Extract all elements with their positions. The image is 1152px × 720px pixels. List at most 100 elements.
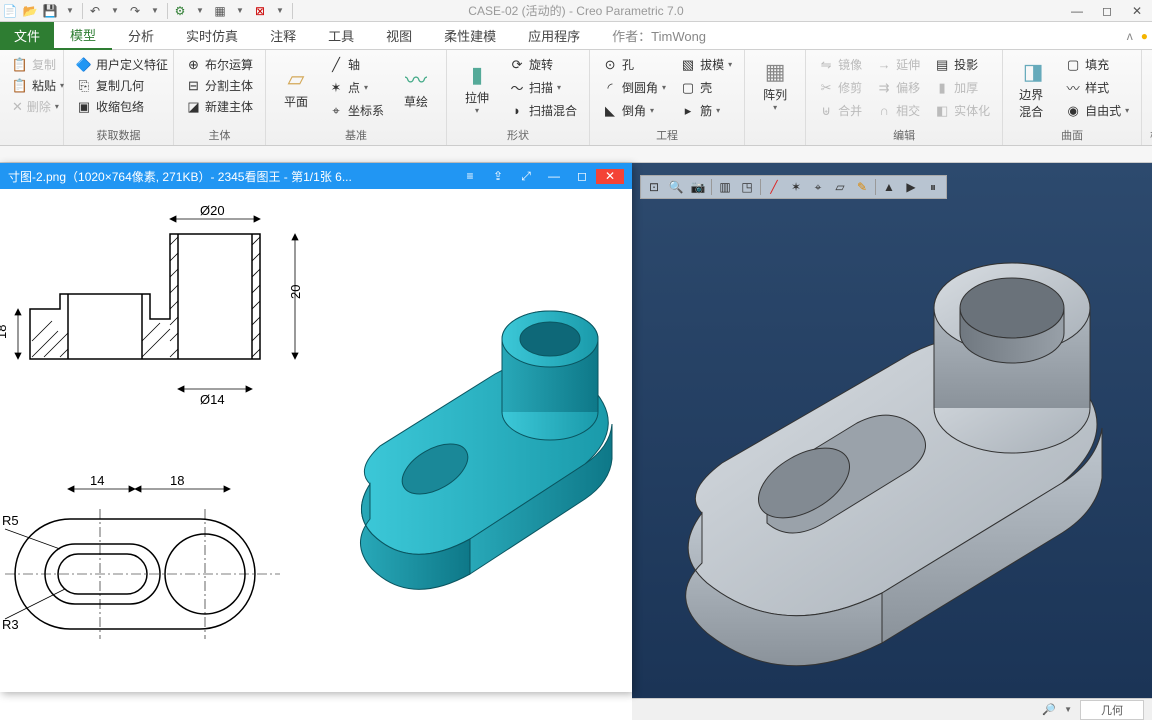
save-dropdown-icon[interactable]: ▼ [60, 1, 80, 21]
pattern-button[interactable]: ▦阵列▾ [753, 54, 797, 116]
redo-dropdown-icon[interactable]: ▼ [145, 1, 165, 21]
viewer-menu-icon[interactable]: ≡ [456, 169, 484, 184]
sweep-button[interactable]: 〜扫描▾ [505, 77, 581, 98]
new-icon[interactable]: 📄 [0, 1, 20, 21]
chamfer-button[interactable]: ◣倒角▾ [598, 100, 670, 121]
regen-icon[interactable]: ⚙ [170, 1, 190, 21]
project-button[interactable]: ▤投影 [930, 54, 994, 75]
minimize-icon[interactable]: — [1062, 1, 1092, 21]
tab-flex[interactable]: 柔性建模 [428, 22, 512, 50]
trim-button[interactable]: ✂修剪 [814, 77, 866, 98]
shrinkwrap-button[interactable]: ▣收缩包络 [72, 96, 165, 117]
group-body-label: 主体 [174, 127, 265, 143]
intersect-button[interactable]: ∩相交 [872, 100, 924, 121]
zoom-icon[interactable]: 🔍 [667, 178, 685, 196]
tab-model[interactable]: 模型 [54, 22, 112, 50]
undo-icon[interactable]: ↶ [85, 1, 105, 21]
extrude-button[interactable]: ▮拉伸▾ [455, 54, 499, 121]
csys-button[interactable]: ⌖坐标系 [324, 100, 388, 121]
tab-tools[interactable]: 工具 [312, 22, 370, 50]
axis-display-icon[interactable]: ╱ [765, 178, 783, 196]
group-intent: ⬚元件界面 模型意图 [1142, 50, 1152, 145]
group-datum: ▱平面 ╱轴 ✶点▾ ⌖坐标系 〰草绘 基准 [266, 50, 447, 145]
thicken-button[interactable]: ▮加厚 [930, 77, 994, 98]
boundary-button[interactable]: ◨边界混合 [1011, 54, 1055, 124]
viewport-3d[interactable]: ⊡ 🔍 📷 ▥ ◳ ╱ ✶ ⌖ ▱ ✎ ▲ ▶ ⏸ [632, 163, 1152, 720]
redo-icon[interactable]: ↷ [125, 1, 145, 21]
solidify-button[interactable]: ◧实体化 [930, 100, 994, 121]
point-button[interactable]: ✶点▾ [324, 77, 388, 98]
viewer-restore-icon[interactable]: ⤢ [512, 169, 540, 184]
sketch-button[interactable]: 〰草绘 [394, 54, 438, 121]
open-icon[interactable]: 📂 [20, 1, 40, 21]
plane-display-icon[interactable]: ▱ [831, 178, 849, 196]
paste-button[interactable]: 📋粘贴▾ [8, 75, 55, 96]
draft-button[interactable]: ▧拔模▾ [676, 54, 736, 75]
play-icon[interactable]: ▶ [902, 178, 920, 196]
image-viewer-titlebar[interactable]: 寸图-2.png（1020×764像素, 271KB）- 2345看图王 - 第… [0, 163, 632, 189]
hole-icon: ⊙ [602, 57, 618, 73]
pause-icon[interactable]: ⏸ [924, 178, 942, 196]
fill-button[interactable]: ▢填充 [1061, 54, 1133, 75]
close-dropdown-icon[interactable]: ▼ [270, 1, 290, 21]
collapse-ribbon-icon[interactable]: ʌ [1127, 29, 1133, 43]
round-button[interactable]: ◜倒圆角▾ [598, 77, 670, 98]
freeform-button[interactable]: ◉自由式▾ [1061, 100, 1133, 121]
status-filter[interactable]: 几何 [1080, 700, 1144, 720]
datum-display-icon[interactable]: ◳ [738, 178, 756, 196]
undo-dropdown-icon[interactable]: ▼ [105, 1, 125, 21]
hole-button[interactable]: ⊙孔 [598, 54, 670, 75]
viewer-pin-icon[interactable]: ⇪ [484, 169, 512, 184]
image-viewer-content[interactable]: Ø20 20 Ø14 18 [0, 189, 632, 692]
sweepblend-button[interactable]: ◗扫描混合 [505, 100, 581, 121]
refit-icon[interactable]: ⊡ [645, 178, 663, 196]
annot-display-icon[interactable]: ✎ [853, 178, 871, 196]
group-shapes: ▮拉伸▾ ⟳旋转 〜扫描▾ ◗扫描混合 形状 [447, 50, 590, 145]
userfeature-button[interactable]: 🔷用户定义特征 [72, 54, 165, 75]
maximize-icon[interactable]: ◻ [1092, 1, 1122, 21]
plane-button[interactable]: ▱平面 [274, 54, 318, 121]
delete-button[interactable]: ✕删除▾ [8, 96, 55, 117]
close-win-icon[interactable]: ⊠ [250, 1, 270, 21]
viewer-maximize-icon[interactable]: ◻ [568, 169, 596, 184]
dim-d20: Ø20 [200, 203, 225, 218]
viewer-minimize-icon[interactable]: — [540, 169, 568, 184]
regen-dropdown-icon[interactable]: ▼ [190, 1, 210, 21]
extend-button[interactable]: →延伸 [872, 54, 924, 75]
csys-icon: ⌖ [328, 103, 344, 119]
save-icon[interactable]: 💾 [40, 1, 60, 21]
perspective-icon[interactable]: ▲ [880, 178, 898, 196]
thicken-icon: ▮ [934, 80, 950, 96]
newbody-button[interactable]: ◪新建主体 [182, 96, 257, 117]
draft-label: 拔模 [700, 56, 724, 73]
bool-button[interactable]: ⊕布尔运算 [182, 54, 257, 75]
axis-button[interactable]: ╱轴 [324, 54, 388, 75]
file-tab[interactable]: 文件 [0, 22, 54, 50]
close-icon[interactable]: ✕ [1122, 1, 1152, 21]
offset-button[interactable]: ⇉偏移 [872, 77, 924, 98]
point-display-icon[interactable]: ✶ [787, 178, 805, 196]
find-icon[interactable]: 🔎 [1042, 703, 1056, 716]
rib-button[interactable]: ▸筋▾ [676, 100, 736, 121]
merge-button[interactable]: ⊎合并 [814, 100, 866, 121]
shell-button[interactable]: ▢壳 [676, 77, 736, 98]
find-dropdown-icon[interactable]: ▼ [1064, 705, 1072, 714]
revolve-button[interactable]: ⟳旋转 [505, 54, 581, 75]
split-button[interactable]: ⊟分割主体 [182, 75, 257, 96]
tab-apps[interactable]: 应用程序 [512, 22, 596, 50]
tab-view[interactable]: 视图 [370, 22, 428, 50]
copy-button[interactable]: 📋复制 [8, 54, 55, 75]
windows-dropdown-icon[interactable]: ▼ [230, 1, 250, 21]
viewer-close-icon[interactable]: ✕ [596, 169, 624, 184]
display-icon[interactable]: ▥ [716, 178, 734, 196]
copygeom-button[interactable]: ⎘复制几何 [72, 75, 165, 96]
tab-simulate[interactable]: 实时仿真 [170, 22, 254, 50]
mirror-button[interactable]: ⇋镜像 [814, 54, 866, 75]
style-button[interactable]: 〰样式 [1061, 77, 1133, 98]
windows-icon[interactable]: ▦ [210, 1, 230, 21]
csys-display-icon[interactable]: ⌖ [809, 178, 827, 196]
help-icon[interactable]: ● [1141, 29, 1148, 43]
tab-annotate[interactable]: 注释 [254, 22, 312, 50]
tab-analysis[interactable]: 分析 [112, 22, 170, 50]
camera-icon[interactable]: 📷 [689, 178, 707, 196]
